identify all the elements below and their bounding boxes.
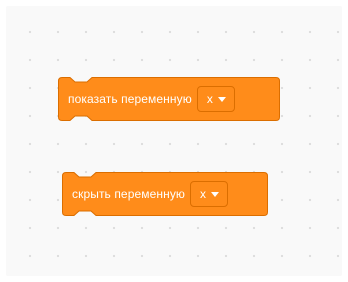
dropdown-value: x: [200, 187, 207, 201]
dropdown-value: x: [206, 92, 213, 106]
variable-dropdown[interactable]: x: [190, 181, 229, 207]
show-variable-block[interactable]: показать переменную x: [58, 77, 280, 121]
block-label: показать переменную: [68, 92, 192, 106]
chevron-down-icon: [211, 191, 220, 197]
block-label: скрыть переменную: [72, 187, 186, 201]
code-workspace[interactable]: показать переменную x скрыть переменную …: [6, 6, 342, 276]
variable-dropdown[interactable]: x: [196, 86, 235, 112]
hide-variable-block[interactable]: скрыть переменную x: [62, 172, 268, 216]
chevron-down-icon: [217, 96, 226, 102]
